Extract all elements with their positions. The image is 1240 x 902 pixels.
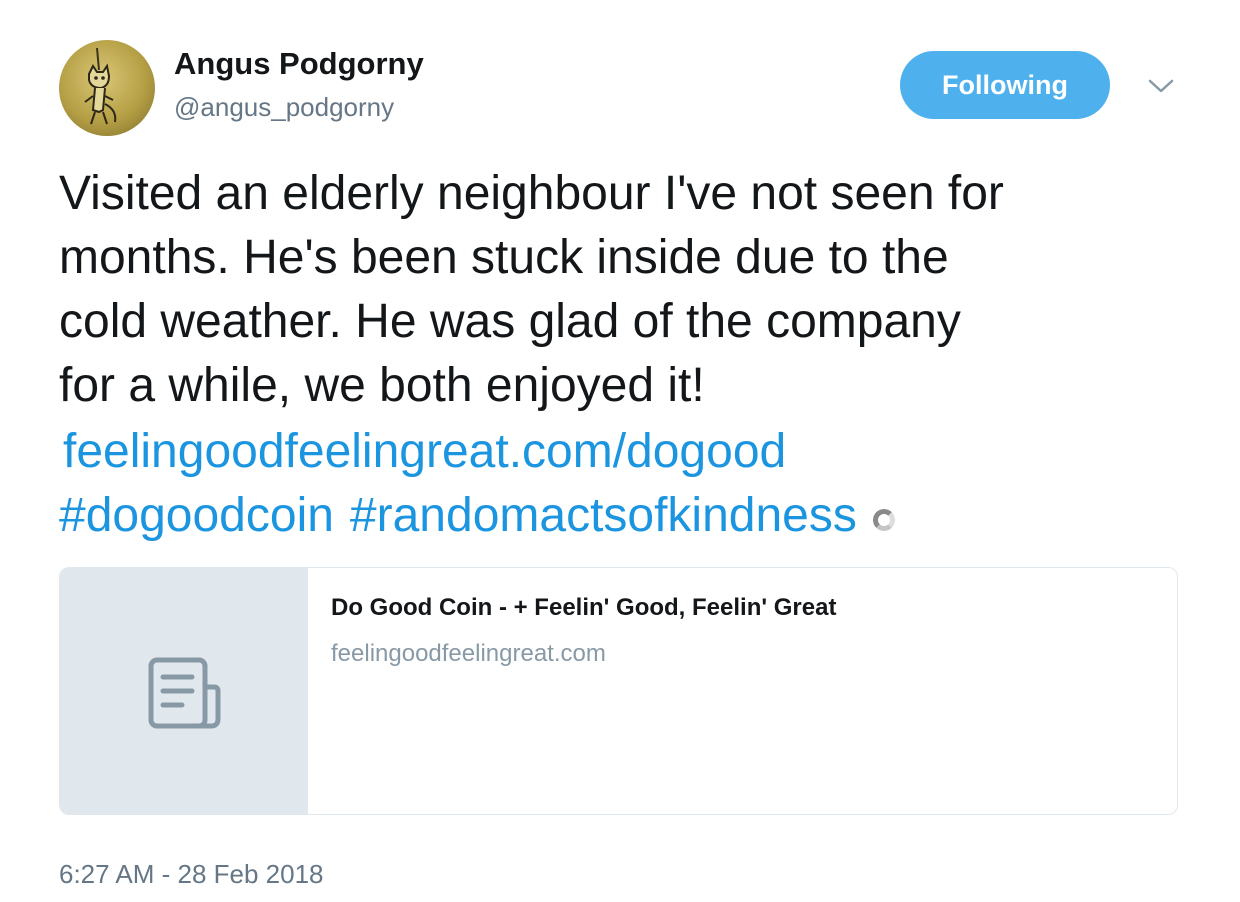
more-options-button[interactable] (1144, 72, 1178, 100)
chevron-down-icon (1148, 79, 1174, 93)
tweet-link[interactable]: feelingoodfeelingreat.com/dogood (63, 420, 786, 484)
hashtag-dogoodcoin[interactable]: #dogoodcoin (59, 484, 334, 548)
card-domain: feelingoodfeelingreat.com (331, 640, 606, 667)
avatar[interactable] (59, 40, 155, 136)
user-name[interactable]: Angus Podgorny (174, 46, 424, 82)
card-thumbnail (60, 568, 308, 814)
tweet-text: Visited an elderly neighbour I've not se… (59, 167, 1004, 412)
card-title: Do Good Coin - + Feelin' Good, Feelin' G… (331, 594, 837, 621)
user-handle[interactable]: @angus_podgorny (174, 92, 394, 123)
hashtag-randomactsofkindness[interactable]: #randomactsofkindness (350, 484, 857, 548)
loading-spinner-icon (872, 509, 895, 531)
following-button[interactable]: Following (900, 51, 1110, 119)
document-icon (148, 657, 221, 729)
tweet: Angus Podgorny @angus_podgorny Following… (0, 0, 1240, 902)
avatar-drawing-icon (84, 47, 117, 125)
tweet-timestamp[interactable]: 6:27 AM - 28 Feb 2018 (59, 859, 324, 890)
link-preview-card[interactable]: Do Good Coin - + Feelin' Good, Feelin' G… (59, 567, 1178, 815)
hashtag-row: #dogoodcoin #randomactsofkindness (59, 484, 895, 548)
